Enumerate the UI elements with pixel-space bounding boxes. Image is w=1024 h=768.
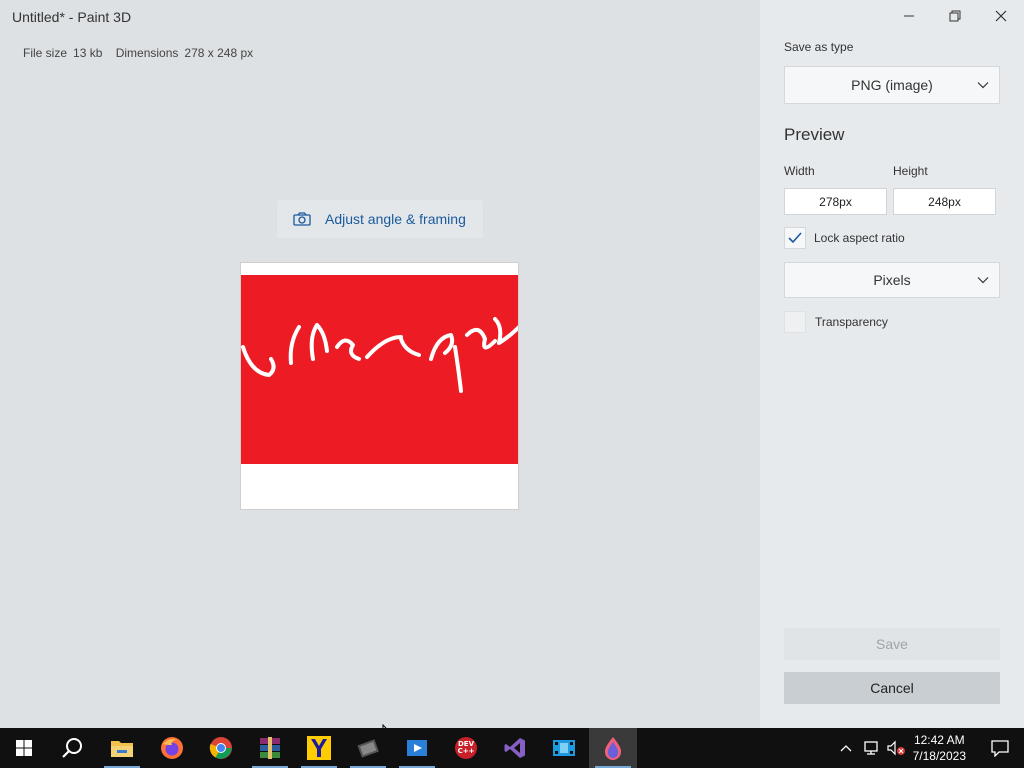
taskbar-search-button[interactable]: [48, 728, 96, 768]
transparency-label: Transparency: [815, 315, 888, 329]
start-button[interactable]: [0, 728, 48, 768]
tray-network-button[interactable]: [858, 728, 884, 768]
tray-chevron-button[interactable]: [836, 728, 856, 768]
window-title: Untitled* - Paint 3D: [12, 9, 132, 25]
restore-button[interactable]: [932, 0, 978, 32]
tray-clock[interactable]: 12:42 AM 7/18/2023: [913, 732, 966, 764]
taskbar-paint3d[interactable]: [589, 728, 637, 768]
lock-aspect-checkbox[interactable]: [784, 227, 806, 249]
minimize-icon: [904, 15, 914, 17]
volume-muted-icon: [887, 740, 905, 756]
save-panel: Save as type PNG (image) Preview Width H…: [760, 0, 1024, 728]
paint3d-icon: [604, 737, 622, 760]
taskbar-winrar[interactable]: [246, 728, 294, 768]
save-as-type-label: Save as type: [784, 40, 854, 54]
taskbar-file-explorer[interactable]: [98, 728, 146, 768]
taskbar-visual-studio[interactable]: [491, 728, 539, 768]
cancel-button[interactable]: Cancel: [784, 672, 1000, 704]
tray-time: 12:42 AM: [913, 733, 965, 747]
dimensions-label: Dimensions: [115, 46, 179, 60]
save-button[interactable]: Save: [784, 628, 1000, 660]
preview-heading: Preview: [784, 125, 845, 144]
preview-image: [240, 262, 519, 510]
notification-center-button[interactable]: [976, 728, 1024, 768]
units-value: Pixels: [873, 272, 911, 288]
file-size-value: 13 kb: [73, 46, 103, 60]
dimensions-value: 278 x 248 px: [184, 46, 254, 60]
taskbar-video-editor[interactable]: [344, 728, 392, 768]
taskbar-chrome[interactable]: [197, 728, 245, 768]
save-as-type-value: PNG (image): [851, 77, 933, 93]
taskbar: DEV C++ 12:42 AM 7/18/2023: [0, 728, 1024, 768]
visual-studio-icon: [504, 738, 525, 758]
close-icon: [995, 10, 1007, 22]
chevron-down-icon: [977, 82, 989, 89]
search-icon: [62, 738, 82, 758]
chrome-icon: [209, 737, 232, 759]
video-editor-icon: [357, 739, 379, 758]
yandex-icon: [307, 736, 331, 760]
media-player-icon: [407, 740, 427, 756]
units-dropdown[interactable]: Pixels: [784, 262, 1000, 298]
camera-icon: [293, 212, 311, 226]
height-label: Height: [893, 164, 928, 178]
canvas-area: Untitled* - Paint 3D File size 13 kb Dime…: [0, 0, 760, 728]
tray-volume-button[interactable]: [884, 728, 908, 768]
restore-icon: [949, 10, 961, 22]
chevron-up-icon: [840, 745, 852, 752]
taskbar-movies[interactable]: [540, 728, 588, 768]
movies-icon: [553, 740, 575, 756]
taskbar-devcpp[interactable]: DEV C++: [442, 728, 490, 768]
width-input[interactable]: 278px: [784, 188, 887, 215]
checkmark-icon: [788, 232, 802, 244]
adjust-angle-framing-label: Adjust angle & framing: [325, 211, 466, 227]
lock-aspect-label: Lock aspect ratio: [814, 231, 905, 245]
transparency-checkbox[interactable]: [784, 311, 806, 333]
minimize-button[interactable]: [886, 0, 932, 32]
file-info: File size 13 kb Dimensions 278 x 248 px: [23, 46, 259, 60]
network-icon: [864, 741, 878, 755]
taskbar-yandex[interactable]: [295, 728, 343, 768]
notification-icon: [991, 740, 1009, 757]
windows-start-icon: [16, 740, 32, 756]
tray-date: 7/18/2023: [912, 749, 966, 763]
height-input[interactable]: 248px: [893, 188, 996, 215]
adjust-angle-framing-button[interactable]: Adjust angle & framing: [277, 200, 483, 238]
taskbar-firefox[interactable]: [148, 728, 196, 768]
scribble-drawing: [241, 317, 518, 393]
taskbar-media-player[interactable]: [393, 728, 441, 768]
close-button[interactable]: [978, 0, 1024, 32]
firefox-icon: [161, 737, 183, 759]
file-size-label: File size: [23, 46, 68, 60]
width-label: Width: [784, 164, 815, 178]
file-explorer-icon: [111, 741, 133, 757]
devcpp-label: DEV C++: [457, 740, 475, 755]
chevron-down-icon: [977, 277, 989, 284]
winrar-icon: [260, 737, 280, 759]
save-as-type-dropdown[interactable]: PNG (image): [784, 66, 1000, 104]
